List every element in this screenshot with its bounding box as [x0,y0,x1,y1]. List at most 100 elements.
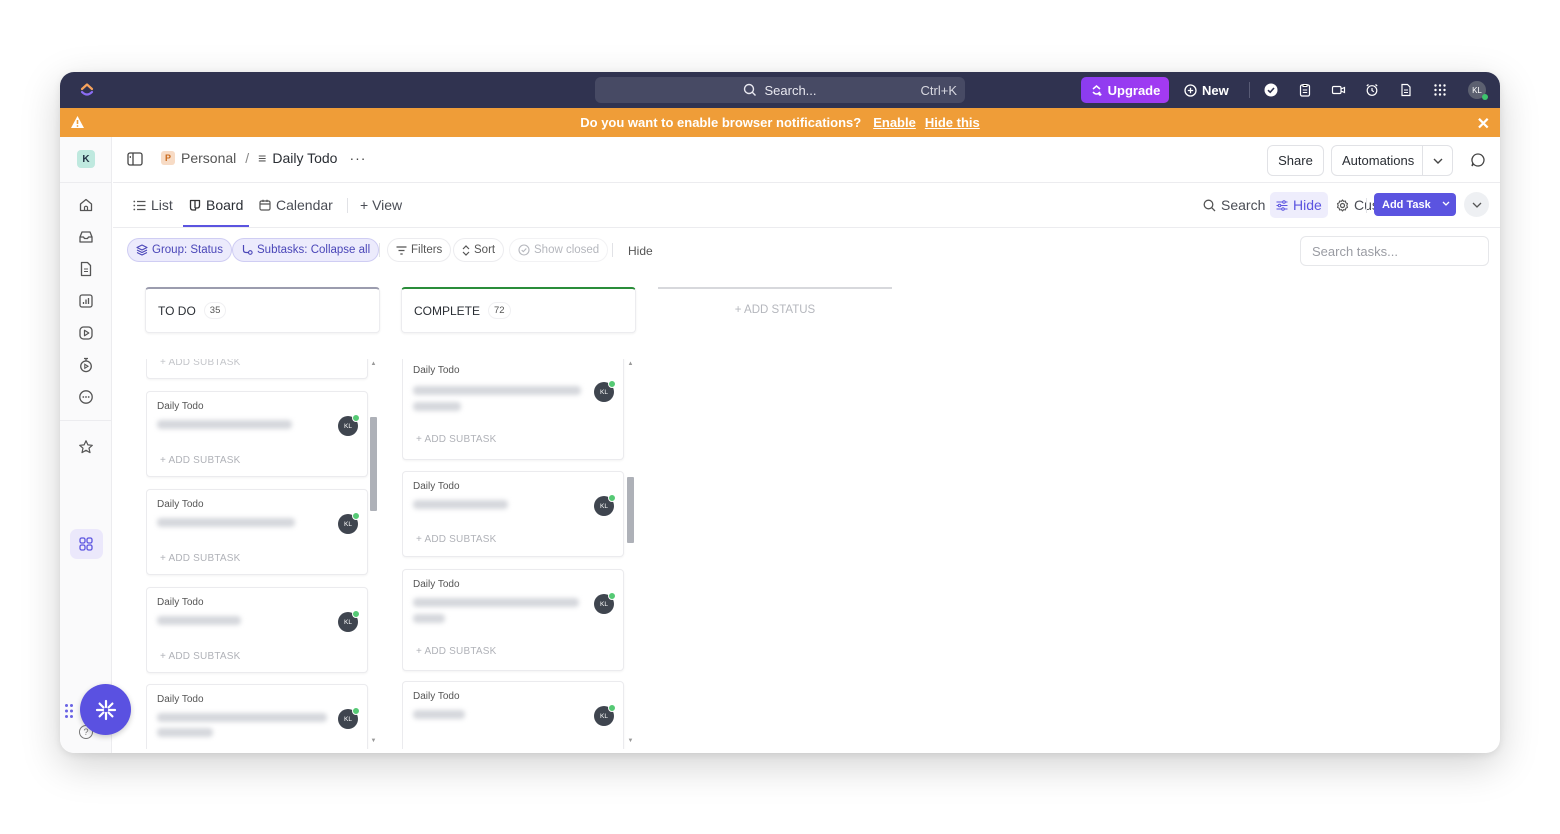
enable-notifications-link[interactable]: Enable [873,115,916,130]
assignee-avatar[interactable]: KL [594,592,616,614]
task-card[interactable]: Daily Todo KL [402,681,624,749]
tab-list[interactable]: List [133,197,173,213]
task-card[interactable]: Daily Todo KL + ADD SUBTASK [402,359,624,460]
task-title-redacted[interactable] [157,713,327,722]
task-title-redacted[interactable] [413,598,579,607]
automations-dropdown[interactable] [1422,146,1452,175]
video-icon[interactable] [1329,81,1347,99]
scrollbar-thumb[interactable] [627,477,634,543]
task-title-redacted[interactable] [413,386,581,395]
assignee-avatar[interactable]: KL [594,704,616,726]
filter-icon [396,245,407,255]
hide-tool[interactable]: Hide [1270,192,1328,218]
task-title-redacted[interactable] [413,500,508,509]
add-status-button[interactable]: + ADD STATUS [658,304,892,316]
scrollbar-thumb[interactable] [370,417,377,511]
collapse-toolbar-button[interactable] [1464,192,1489,217]
add-subtask-button[interactable]: + ADD SUBTASK [416,534,497,545]
assignee-avatar[interactable]: KL [338,610,360,632]
inbox-icon[interactable] [76,227,96,247]
task-title-redacted[interactable] [157,420,292,429]
left-rail: K [60,137,112,753]
clickup-logo-icon[interactable] [78,81,96,99]
add-subtask-button[interactable]: + ADD SUBTASK [416,434,497,445]
task-card[interactable]: Daily Todo KL + ADD SUBTASK [402,471,624,557]
task-card[interactable]: Daily Todo KL + ADD SUBTASK [146,391,368,477]
add-subtask-button[interactable]: + ADD SUBTASK [160,651,241,662]
complete-scrollbar[interactable]: ▲ ▼ [627,361,634,749]
assignee-avatar[interactable]: KL [594,494,616,516]
user-avatar[interactable]: KL [1468,81,1488,100]
scroll-up-arrow[interactable]: ▲ [370,361,377,367]
timesheets-icon[interactable] [76,355,96,375]
online-status-dot [352,512,360,520]
drag-grip-icon[interactable] [64,703,74,719]
assignee-avatar[interactable]: KL [338,707,360,729]
task-card[interactable]: Daily Todo KL + ADD SUBTASK [146,489,368,575]
add-task-button[interactable]: Add Task [1374,193,1456,216]
clipboard-icon[interactable] [1296,81,1314,99]
share-button[interactable]: Share [1267,145,1324,176]
task-card[interactable]: Daily Todo KL + ADD SUBTASK [146,587,368,673]
chat-icon[interactable] [1470,152,1486,168]
more-icon[interactable] [76,387,96,407]
group-by-status-chip[interactable]: Group: Status [127,238,232,262]
document-icon[interactable] [1397,81,1415,99]
online-status-dot [352,707,360,715]
task-title-redacted[interactable] [157,518,295,527]
upgrade-icon [1092,84,1102,96]
task-card[interactable]: + ADD SUBTASK [146,359,368,379]
tab-board[interactable]: Board [189,197,243,213]
breadcrumb-list[interactable]: Daily Todo [272,150,337,166]
add-subtask-button[interactable]: + ADD SUBTASK [416,646,497,657]
task-title-redacted[interactable] [157,616,241,625]
assignee-avatar[interactable]: KL [338,414,360,436]
assignee-avatar[interactable]: KL [594,380,616,402]
docs-icon[interactable] [76,259,96,279]
todo-scrollbar[interactable]: ▲ ▼ [370,361,377,749]
check-circle-icon[interactable] [1262,81,1280,99]
upgrade-button[interactable]: Upgrade [1081,77,1169,103]
tab-calendar[interactable]: Calendar [259,197,333,213]
hide-banner-link[interactable]: Hide this [925,115,980,130]
sidebar-toggle-icon[interactable] [127,152,143,166]
task-card[interactable]: Daily Todo KL [146,684,368,749]
search-tool[interactable]: Search [1203,192,1265,218]
more-options-icon[interactable]: ··· [349,150,366,166]
breadcrumb-space[interactable]: Personal [181,150,236,166]
scroll-up-arrow[interactable]: ▲ [627,361,634,367]
column-header-complete[interactable]: COMPLETE 72 [401,287,636,333]
add-task-dropdown[interactable] [1442,198,1450,209]
assignee-avatar[interactable]: KL [338,512,360,534]
dashboards-icon[interactable] [76,291,96,311]
show-closed-button[interactable]: Show closed [509,238,609,262]
new-button[interactable]: New [1184,77,1229,103]
alarm-icon[interactable] [1363,81,1381,99]
sort-button[interactable]: Sort [453,238,505,262]
subtasks-chip-label: Subtasks: Collapse all [257,244,371,256]
workspace-avatar[interactable]: K [77,150,95,168]
close-icon[interactable]: ✕ [1477,114,1490,134]
task-card[interactable]: Daily Todo KL + ADD SUBTASK [402,569,624,671]
scroll-down-arrow[interactable]: ▼ [627,738,634,744]
hide-columns-button[interactable]: Hide [628,244,653,258]
column-header-todo[interactable]: TO DO 35 [145,287,380,333]
apps-grid-icon[interactable] [1431,81,1449,99]
spaces-grid-icon[interactable] [76,534,96,554]
global-search[interactable]: Search... Ctrl+K [595,77,965,103]
add-subtask-button[interactable]: + ADD SUBTASK [160,553,241,564]
scroll-down-arrow[interactable]: ▼ [370,738,377,744]
home-icon[interactable] [76,195,96,215]
search-tasks-input[interactable] [1300,236,1489,266]
ai-assistant-button[interactable] [80,684,131,735]
automations-button[interactable]: Automations [1331,145,1453,176]
add-view-button[interactable]: + View [360,197,402,213]
task-title-redacted[interactable] [413,710,465,719]
favorites-star-icon[interactable] [76,437,96,457]
subtasks-chip[interactable]: Subtasks: Collapse all [232,238,380,262]
page-header: P Personal / ≡ Daily Todo ··· Share Auto… [113,137,1500,183]
clips-icon[interactable] [76,323,96,343]
add-subtask-button[interactable]: + ADD SUBTASK [160,359,241,368]
filters-button[interactable]: Filters [387,238,452,262]
add-subtask-button[interactable]: + ADD SUBTASK [160,455,241,466]
